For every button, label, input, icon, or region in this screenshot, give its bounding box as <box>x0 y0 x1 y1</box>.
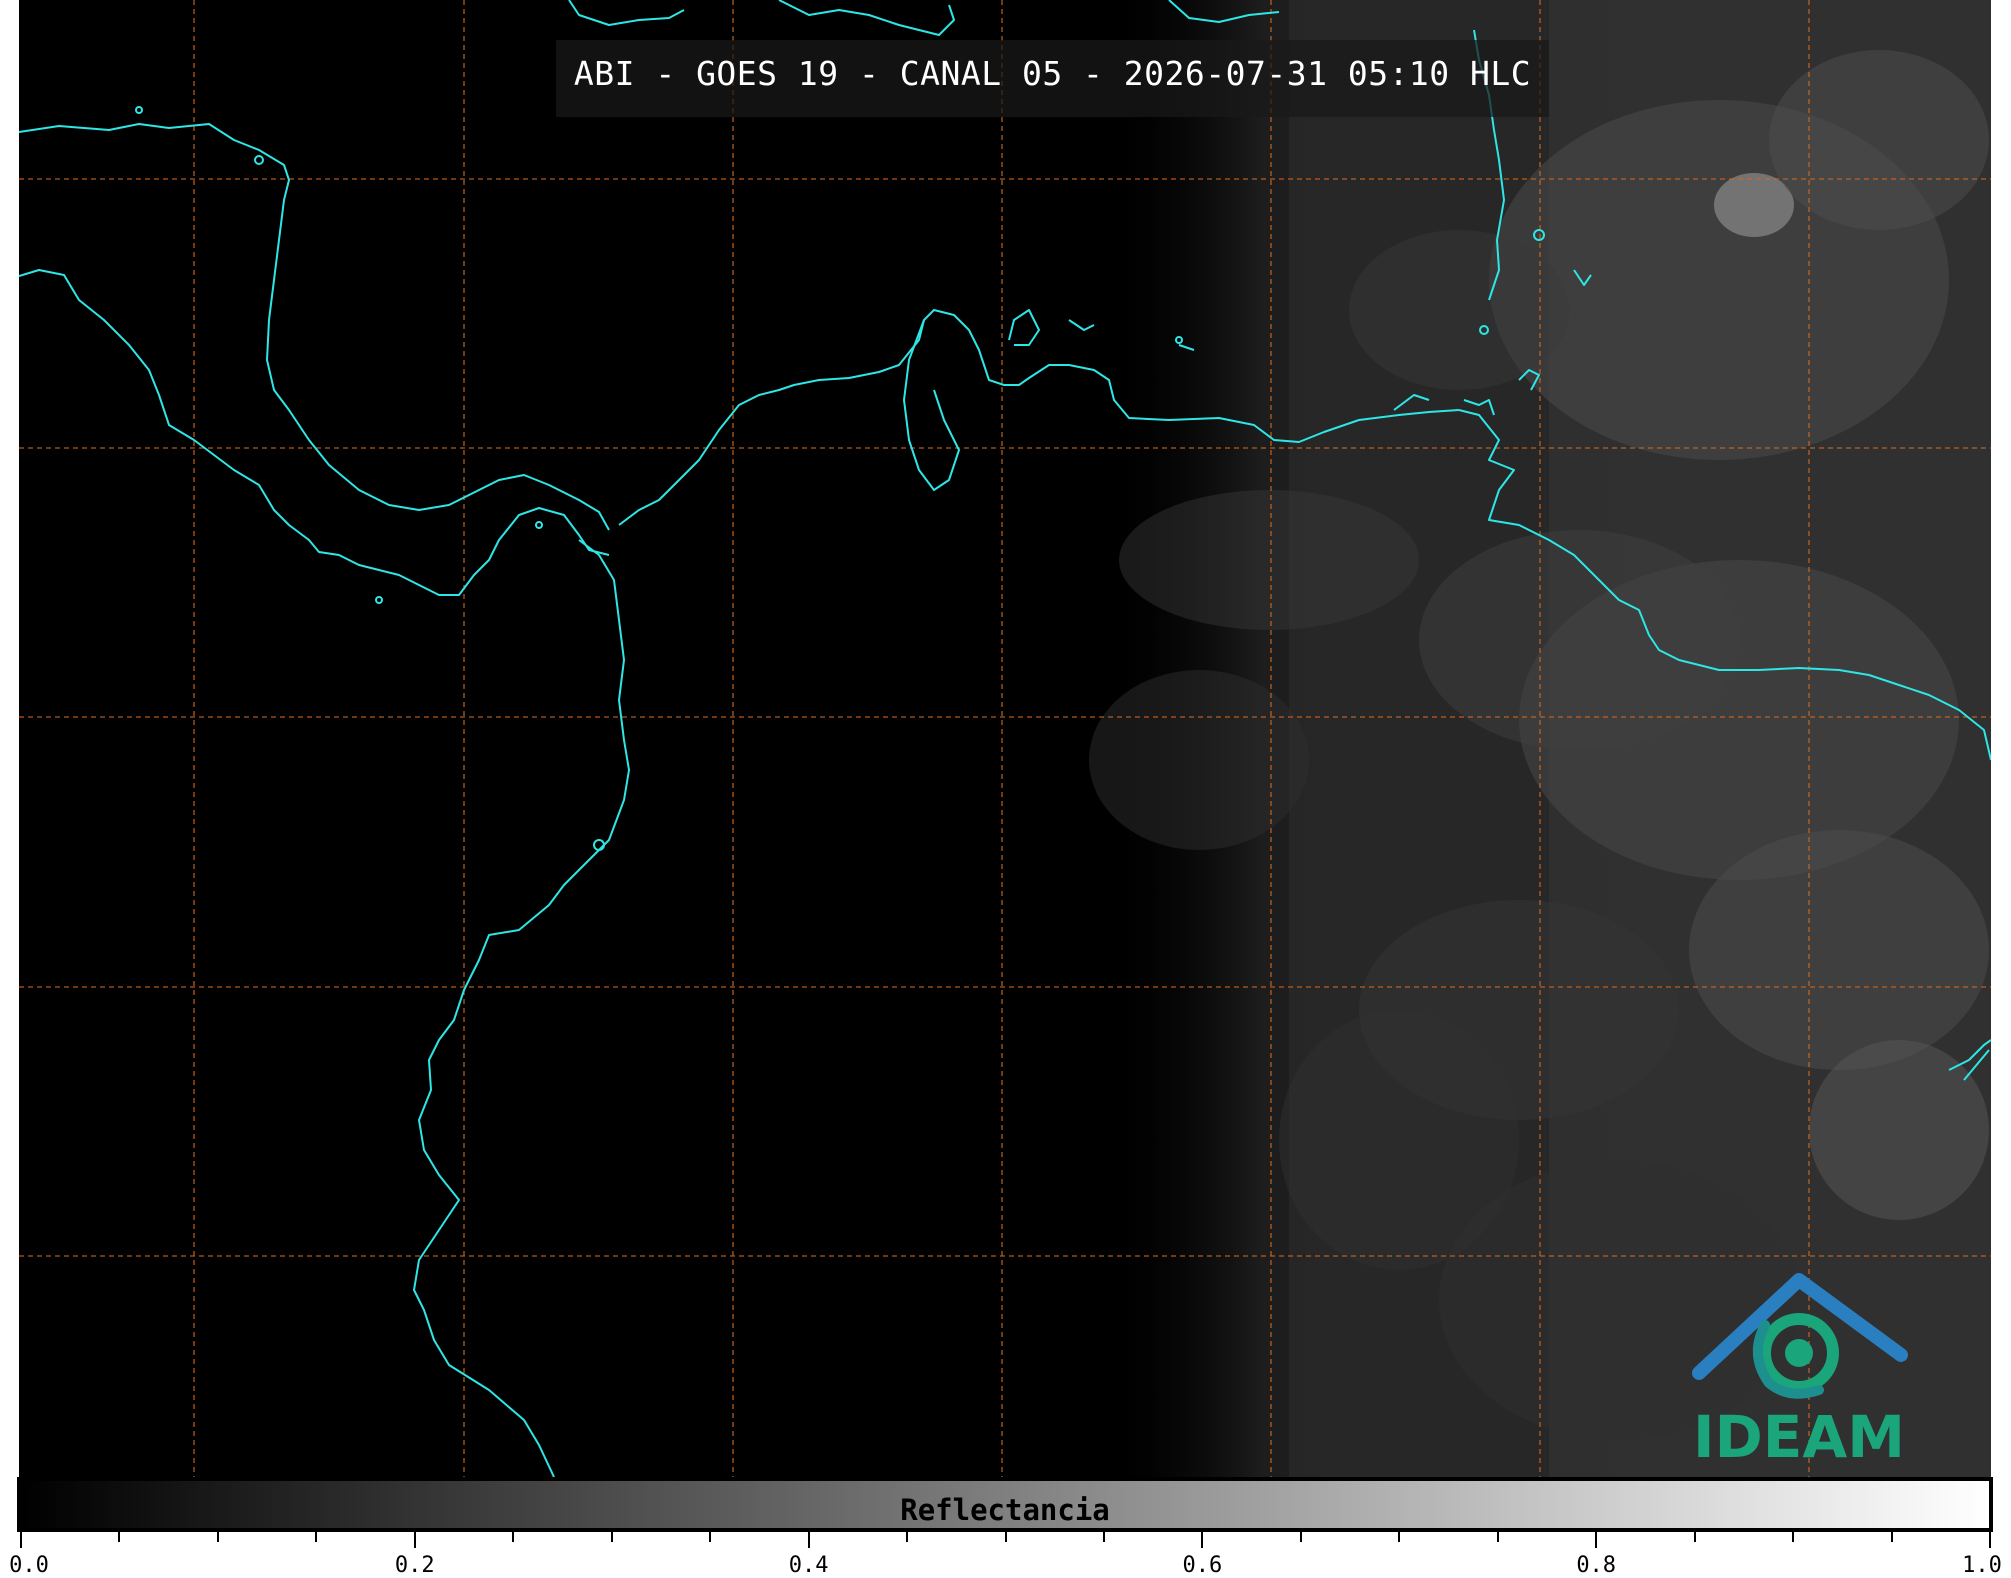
colorbar-minor-tick <box>1102 1532 1105 1542</box>
colorbar-minor-tick <box>1004 1532 1007 1542</box>
colorbar-minor-tick <box>1890 1532 1893 1542</box>
colorbar-tick-label: 0.2 <box>394 1553 435 1578</box>
colorbar-major-tick <box>1201 1532 1204 1548</box>
colorbar-tick-label: 0.0 <box>9 1553 49 1578</box>
colorbar-minor-tick <box>1398 1532 1401 1542</box>
colorbar-major-tick <box>807 1532 810 1548</box>
colorbar-tick-label: 0.8 <box>1576 1553 1617 1578</box>
colorbar: Reflectancia <box>17 1477 1993 1532</box>
colorbar-tick-label: 1.0 <box>1962 1553 2002 1578</box>
colorbar-minor-tick <box>216 1532 219 1542</box>
colorbar-label: Reflectancia <box>900 1493 1110 1527</box>
colorbar-ticks: 0.0 0.2 0.4 0.6 0.8 1.0 <box>0 1532 2011 1578</box>
colorbar-minor-tick <box>1693 1532 1696 1542</box>
colorbar-minor-tick <box>512 1532 515 1542</box>
colorbar-minor-tick <box>610 1532 613 1542</box>
colorbar-major-tick <box>20 1532 22 1548</box>
map-title: ABI - GOES 19 - CANAL 05 - 2026-07-31 05… <box>573 54 1532 93</box>
satellite-map: ABI - GOES 19 - CANAL 05 - 2026-07-31 05… <box>19 0 1991 1477</box>
colorbar-tick-label: 0.4 <box>788 1553 829 1578</box>
colorbar-major-tick <box>1989 1532 1991 1548</box>
ideam-emblem-icon <box>1692 1273 1908 1399</box>
colorbar-minor-tick <box>1496 1532 1499 1542</box>
colorbar-major-tick <box>413 1532 416 1548</box>
map-title-box: ABI - GOES 19 - CANAL 05 - 2026-07-31 05… <box>556 40 1549 117</box>
colorbar-minor-tick <box>906 1532 909 1542</box>
ideam-logo: IDEAM <box>1679 1255 1919 1475</box>
colorbar-minor-tick <box>315 1532 318 1542</box>
colorbar-major-tick <box>1595 1532 1598 1548</box>
colorbar-minor-tick <box>1792 1532 1795 1542</box>
colorbar-minor-tick <box>1299 1532 1302 1542</box>
colorbar-minor-tick <box>709 1532 712 1542</box>
colorbar-tick-label: 0.6 <box>1182 1553 1223 1578</box>
logo-text: IDEAM <box>1693 1403 1905 1471</box>
colorbar-minor-tick <box>118 1532 121 1542</box>
